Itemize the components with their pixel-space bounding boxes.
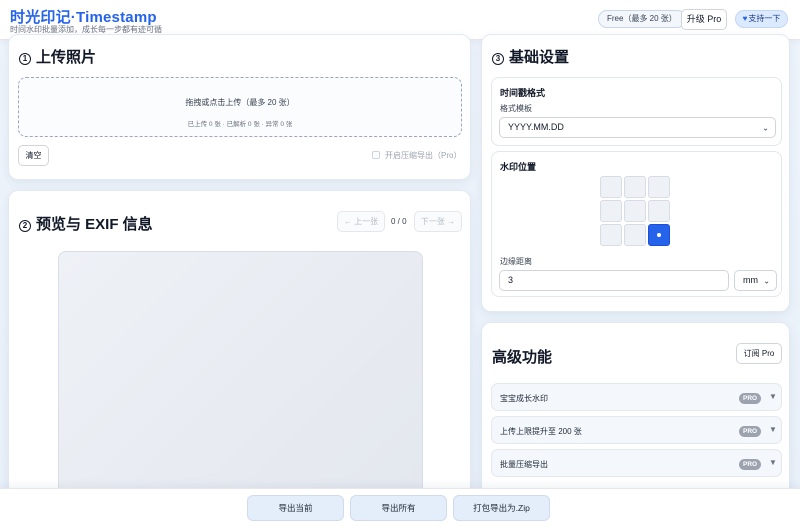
export-zip-button[interactable]: 打包导出为.Zip	[453, 495, 550, 521]
step-number: 1	[19, 53, 31, 65]
plan-badge: Free（最多 20 张）	[598, 10, 686, 28]
clear-button[interactable]: 清空	[18, 145, 49, 166]
checkbox-icon[interactable]	[372, 151, 380, 159]
position-middle-right[interactable]	[648, 200, 670, 222]
template-label: 格式模板	[500, 104, 532, 113]
upload-dropzone[interactable]: 拖拽或点击上传（最多 20 张） 已上传 0 张 · 已解析 0 张 · 异常 …	[18, 77, 462, 137]
chevron-down-icon: ▼	[769, 392, 777, 401]
support-button[interactable]: ♥支持一下	[735, 10, 788, 28]
position-middle-left[interactable]	[600, 200, 622, 222]
position-top-center[interactable]	[624, 176, 646, 198]
pro-badge: PRO	[739, 393, 762, 404]
preview-section-title: 2 预览与 EXIF 信息	[19, 213, 153, 234]
export-toolbar: 导出当前 导出所有 打包导出为.Zip	[0, 488, 800, 528]
subscribe-pro-button[interactable]: 订阅 Pro	[736, 343, 782, 364]
feature-row[interactable]: 宝宝成长水印 PRO ▼	[491, 383, 782, 411]
feature-label: 宝宝成长水印	[500, 394, 548, 403]
upload-card: 1 上传照片 拖拽或点击上传（最多 20 张） 已上传 0 张 · 已解析 0 张…	[8, 34, 471, 180]
pro-badge: PRO	[739, 459, 762, 470]
chevron-down-icon: ▼	[769, 458, 777, 467]
position-section-title: 水印位置	[500, 162, 537, 172]
chevron-down-icon: ⌄	[762, 123, 769, 132]
upload-title-text: 上传照片	[36, 49, 97, 66]
feature-label: 批量压缩导出	[500, 460, 548, 469]
unit-select[interactable]: mm ⌄	[734, 270, 777, 291]
step-number: 3	[492, 53, 504, 65]
chevron-down-icon: ▼	[769, 425, 777, 434]
position-bottom-right[interactable]	[648, 224, 670, 246]
position-bottom-left[interactable]	[600, 224, 622, 246]
upload-stats: 已上传 0 张 · 已解析 0 张 · 异常 0 张	[187, 121, 293, 128]
preview-card: 2 预览与 EXIF 信息 ← 上一张 0 / 0 下一张 →	[8, 190, 471, 511]
preview-title-text: 预览与 EXIF 信息	[36, 216, 153, 233]
heart-icon: ♥	[742, 14, 748, 23]
margin-label: 边缘距离	[500, 257, 532, 266]
position-grid	[600, 176, 672, 248]
position-bottom-center[interactable]	[624, 224, 646, 246]
zip-toggle-label: 开启压缩导出（Pro）	[385, 151, 462, 160]
settings-card: 3 基础设置 时间戳格式 格式模板 YYYY.MM.DD ⌄ 水印位置 边缘距离 …	[481, 34, 790, 312]
export-current-button[interactable]: 导出当前	[247, 495, 344, 521]
dropzone-text: 拖拽或点击上传（最多 20 张）	[185, 98, 295, 107]
step-number: 2	[19, 220, 31, 232]
timestamp-format-panel: 时间戳格式 格式模板 YYYY.MM.DD ⌄	[491, 77, 782, 146]
position-center[interactable]	[624, 200, 646, 222]
pro-badge: PRO	[739, 426, 762, 437]
margin-input[interactable]: 3	[499, 270, 729, 291]
advanced-title: 高级功能	[492, 349, 553, 366]
position-top-left[interactable]	[600, 176, 622, 198]
feature-row[interactable]: 批量压缩导出 PRO ▼	[491, 449, 782, 477]
settings-section-title: 3 基础设置	[492, 46, 569, 67]
format-template-select[interactable]: YYYY.MM.DD ⌄	[499, 117, 776, 138]
chevron-down-icon: ⌄	[763, 276, 770, 285]
prev-image-button[interactable]: ← 上一张	[337, 211, 385, 232]
zip-export-toggle[interactable]: 开启压缩导出（Pro）	[372, 150, 461, 161]
feature-row[interactable]: 上传上限提升至 200 张 PRO ▼	[491, 416, 782, 444]
next-image-button[interactable]: 下一张 →	[414, 211, 462, 232]
feature-label: 上传上限提升至 200 张	[500, 427, 582, 436]
format-template-value: YYYY.MM.DD	[508, 122, 564, 132]
upload-section-title: 1 上传照片	[19, 46, 96, 67]
image-preview-area	[58, 251, 423, 511]
position-top-right[interactable]	[648, 176, 670, 198]
support-label: 支持一下	[748, 14, 781, 23]
unit-value: mm	[743, 275, 758, 285]
upgrade-pro-button[interactable]: 升级 Pro	[681, 9, 727, 30]
image-counter: 0 / 0	[391, 217, 407, 226]
watermark-position-panel: 水印位置 边缘距离 3 mm ⌄	[491, 151, 782, 297]
settings-title-text: 基础设置	[509, 49, 570, 66]
format-section-title: 时间戳格式	[500, 88, 546, 98]
export-all-button[interactable]: 导出所有	[350, 495, 447, 521]
